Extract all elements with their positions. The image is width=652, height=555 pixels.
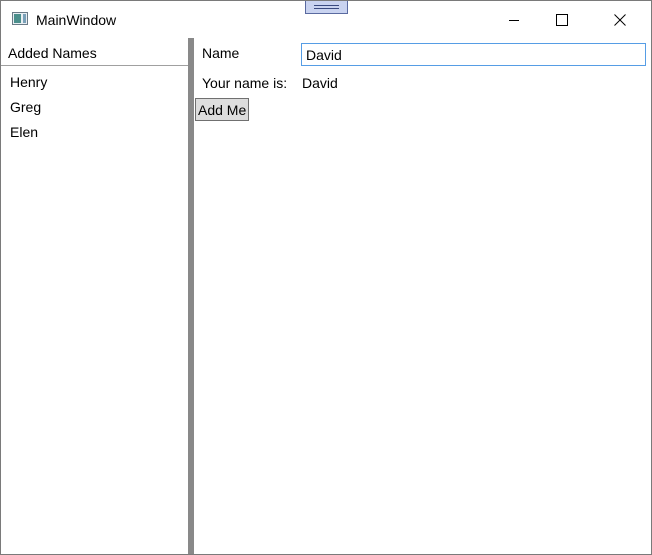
add-me-button[interactable]: Add Me	[195, 98, 250, 121]
title-bar[interactable]: MainWindow	[1, 1, 651, 38]
form-panel: Name Your name is: David Add Me	[194, 38, 651, 554]
maximize-button[interactable]	[539, 1, 585, 38]
added-names-panel: Added Names Henry Greg Elen	[1, 38, 188, 554]
names-list[interactable]: Henry Greg Elen	[1, 66, 188, 145]
main-window: MainWindow Added Names Henry Greg Elen N…	[0, 0, 652, 555]
list-item[interactable]: Greg	[1, 95, 188, 120]
minimize-icon	[509, 19, 519, 21]
list-item[interactable]: Elen	[1, 120, 188, 145]
close-icon	[614, 13, 626, 26]
your-name-value: David	[302, 75, 338, 91]
name-label: Name	[202, 45, 240, 61]
app-window-icon	[12, 12, 28, 25]
drag-grip-handle[interactable]	[305, 1, 348, 14]
name-input[interactable]	[301, 43, 646, 66]
your-name-label: Your name is:	[202, 75, 288, 91]
minimize-button[interactable]	[491, 1, 537, 38]
close-button[interactable]	[597, 1, 643, 38]
maximize-icon	[556, 13, 568, 26]
added-names-header: Added Names	[1, 38, 188, 66]
window-title: MainWindow	[36, 12, 117, 28]
list-item[interactable]: Henry	[1, 70, 188, 95]
added-names-title: Added Names	[8, 45, 97, 61]
